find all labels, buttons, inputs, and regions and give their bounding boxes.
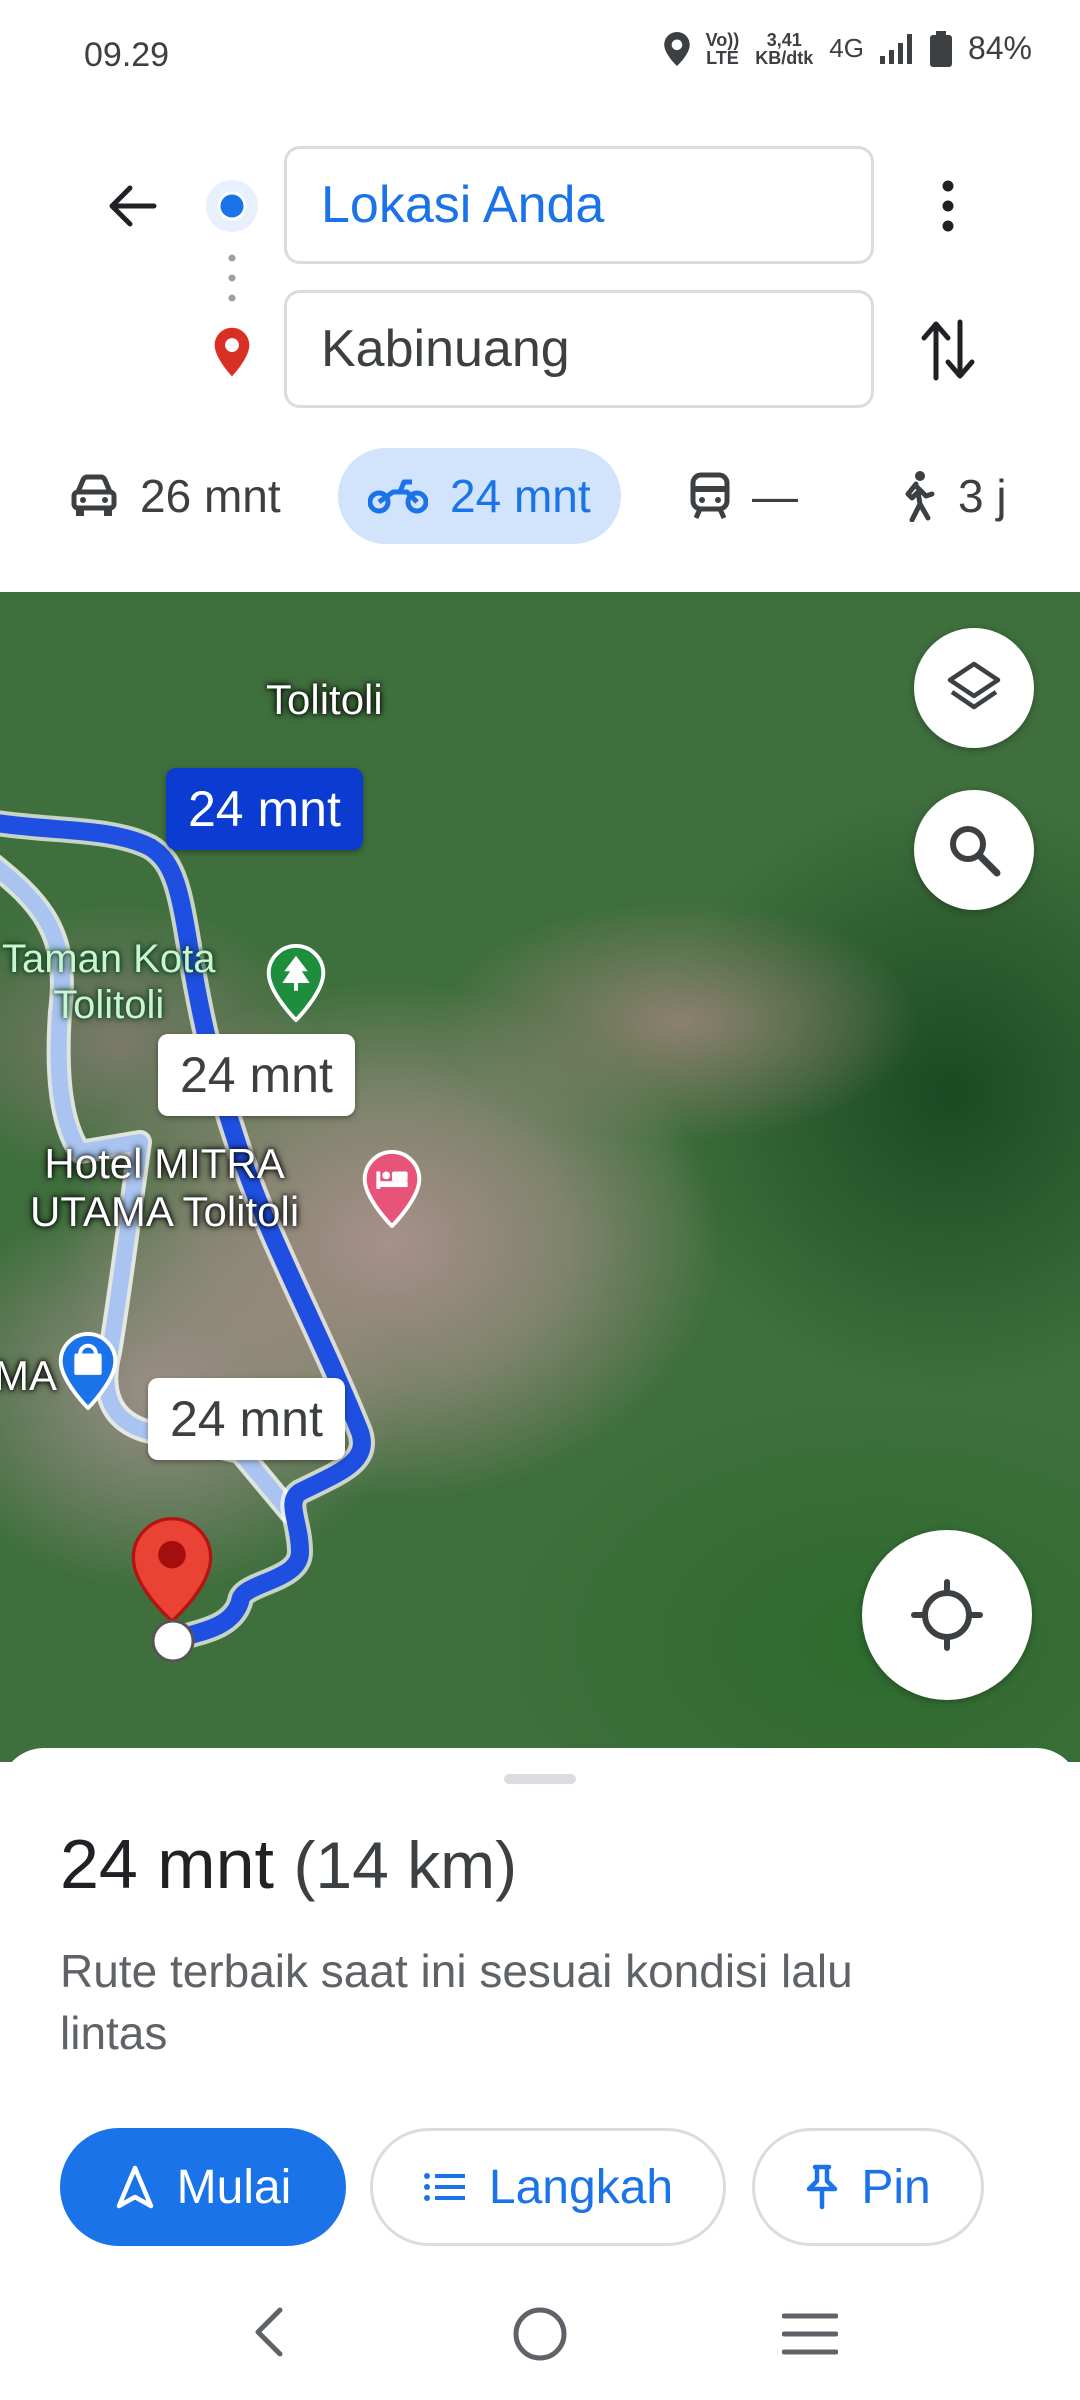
status-icons: Vo)) LTE 3,41 KB/dtk 4G 84% [663,29,1032,68]
layers-icon [947,661,1001,710]
route-duration: 24 mnt [60,1825,274,1903]
volte-indicator: Vo)) LTE [705,29,740,68]
motorcycle-duration: 24 mnt [450,470,591,522]
map-label-town: Tolitoli [266,676,383,723]
car-duration: 26 mnt [140,470,281,522]
swap-directions-icon[interactable] [920,318,976,382]
status-time: 09.29 [84,36,170,74]
destination-marker-icon[interactable] [130,1516,214,1632]
walk-duration: 3 j [958,470,1007,522]
origin-dot-icon [206,180,258,232]
network-speed: 3,41 KB/dtk [755,29,814,68]
search-along-route-button[interactable] [914,790,1034,910]
mode-car[interactable]: 26 mnt [70,448,281,544]
hotel-bed-icon[interactable] [362,1150,422,1228]
home-nav-icon[interactable] [510,2304,570,2364]
pin-button[interactable]: Pin [752,2128,984,2246]
pin-label: Pin [861,2160,931,2214]
origin-input[interactable]: Lokasi Anda [284,146,874,264]
system-navigation-bar [0,2280,1080,2400]
location-icon [663,31,690,66]
map-label-partial: MA [0,1352,57,1399]
origin-text: Lokasi Anda [321,176,605,234]
map-label-hotel[interactable]: Hotel MITRA UTAMA Tolitoli [30,1140,299,1237]
back-arrow-icon[interactable] [104,178,160,234]
destination-text: Kabinuang [321,320,570,378]
network-type: 4G [829,33,864,63]
park-tree-icon[interactable] [266,944,326,1022]
sheet-drag-handle[interactable] [504,1774,576,1784]
route-bubble-alt2[interactable]: 24 mnt [148,1378,345,1460]
pushpin-icon [807,2164,838,2210]
start-label: Mulai [176,2160,292,2214]
steps-label: Langkah [488,2160,674,2214]
route-summary: 24 mnt (14 km) [60,1824,517,1904]
steps-button[interactable]: Langkah [370,2128,726,2246]
mode-transit[interactable]: — [690,448,798,544]
mode-motorcycle[interactable]: 24 mnt [338,448,621,544]
car-icon [71,474,117,516]
map-view[interactable]: Tolitoli 24 mnt Taman Kota Tolitoli 24 m… [0,592,1080,1762]
motorcycle-icon [368,479,428,514]
status-bar: 09.29 Vo)) LTE 3,41 KB/dtk 4G 84% [0,0,1080,110]
list-icon [423,2173,465,2201]
navigation-arrow-icon [116,2165,153,2209]
mode-walk[interactable]: 3 j [896,448,1007,544]
back-nav-icon[interactable] [248,2304,288,2360]
map-label-park[interactable]: Taman Kota Tolitoli [2,936,215,1028]
my-location-button[interactable] [862,1530,1032,1700]
transit-icon [690,472,730,520]
walk-icon [905,471,935,522]
route-description: Rute terbaik saat ini sesuai kondisi lal… [60,1945,853,2059]
destination-input[interactable]: Kabinuang [284,290,874,408]
start-navigation-button[interactable]: Mulai [60,2128,346,2246]
more-options-icon[interactable] [932,176,964,236]
battery-icon [929,30,952,67]
search-icon [950,826,1001,877]
battery-level: 84% [967,30,1032,66]
route-bubble-alt1[interactable]: 24 mnt [158,1034,355,1116]
route-distance: (14 km) [293,1828,518,1902]
transit-duration: — [752,470,798,522]
route-dots-icon [228,254,236,302]
route-bubble-selected[interactable]: 24 mnt [166,768,363,850]
signal-icon [879,33,912,64]
shopping-bag-icon[interactable] [58,1332,118,1410]
destination-pin-icon [214,327,250,377]
recents-nav-icon[interactable] [782,2310,838,2358]
crosshair-icon [911,1579,983,1651]
layers-button[interactable] [914,628,1034,748]
start-point-icon [151,1619,195,1663]
